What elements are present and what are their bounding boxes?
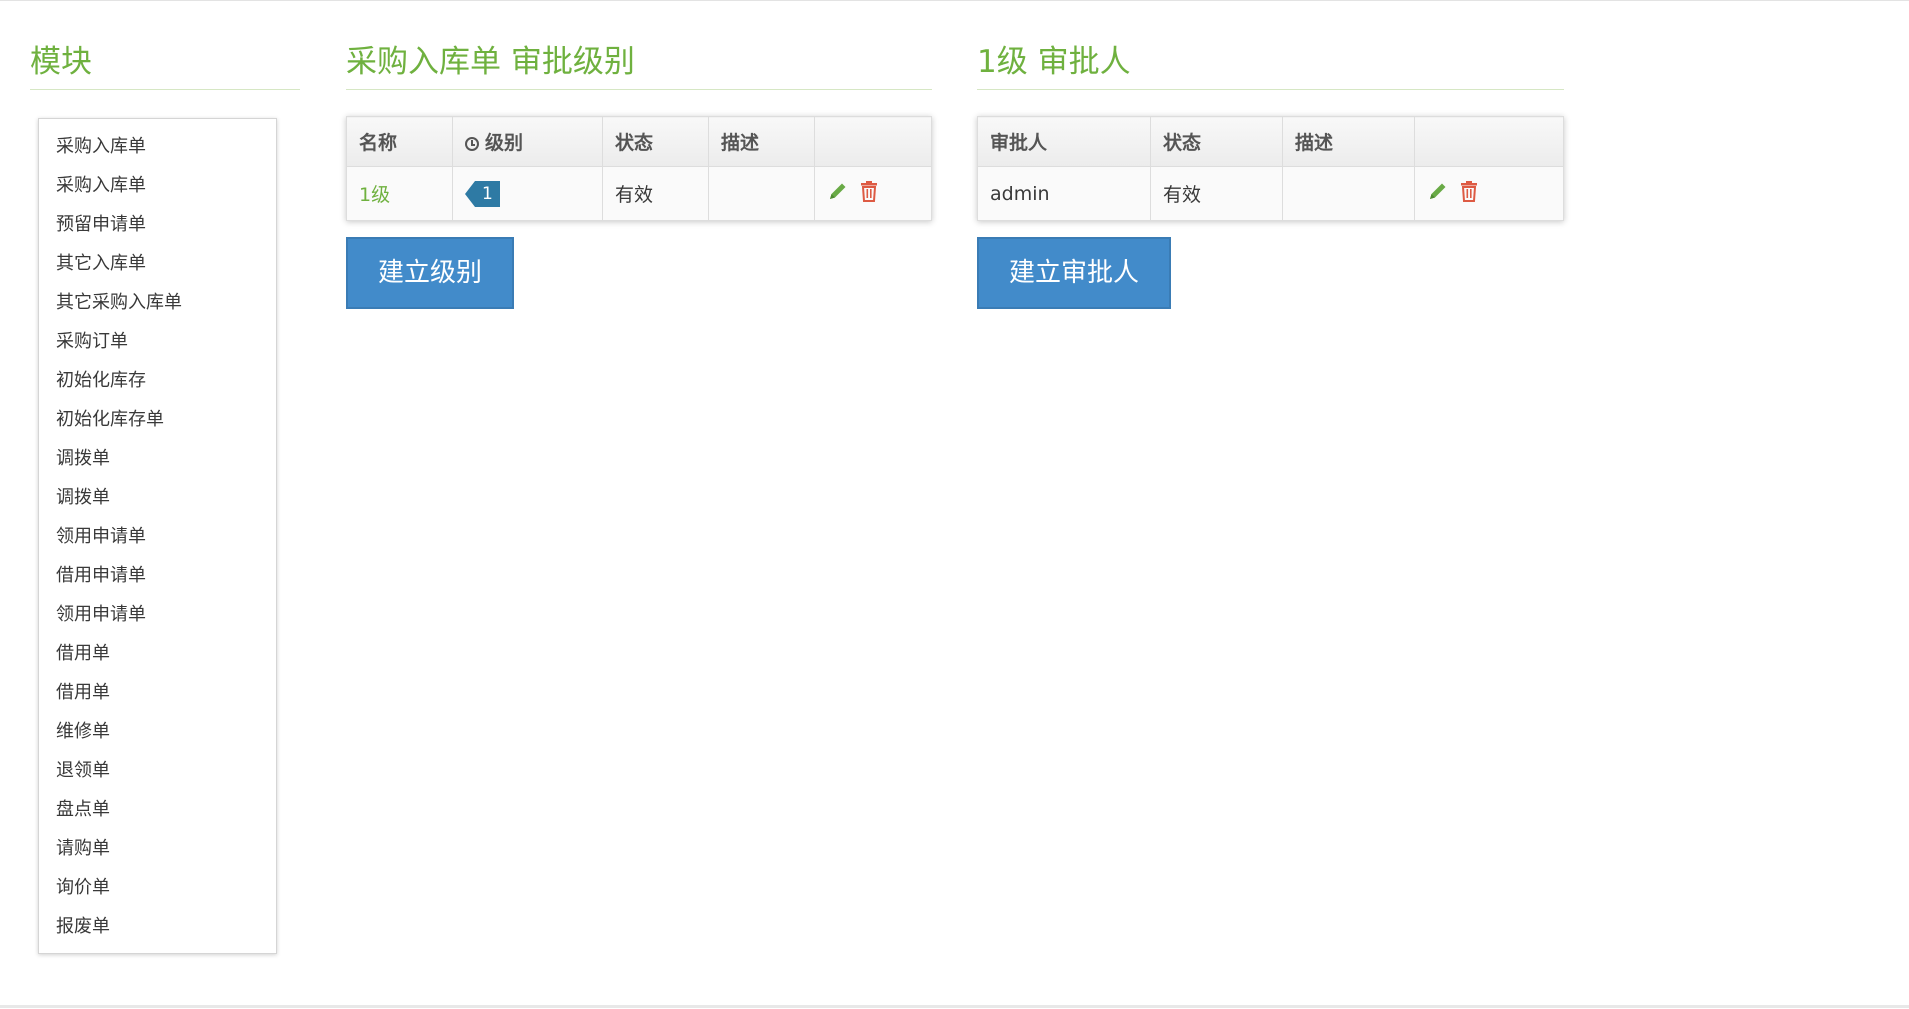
level-badge-cell: 1	[452, 166, 603, 221]
module-item[interactable]: 调拨单	[39, 439, 276, 478]
approvers-panel-title: 1级 审批人	[977, 39, 1564, 90]
trash-icon[interactable]	[1459, 180, 1479, 207]
module-panel-title: 模块	[30, 39, 300, 90]
module-item[interactable]: 询价单	[39, 868, 276, 907]
bottom-divider	[0, 1005, 1909, 1008]
column-header-actions	[814, 116, 932, 167]
description-cell	[708, 166, 815, 221]
column-header-actions	[1414, 116, 1564, 167]
levels-panel-title: 采购入库单 审批级别	[346, 39, 932, 90]
module-item[interactable]: 采购入库单	[39, 127, 276, 166]
table-row: 1级 1 有效	[346, 166, 932, 221]
column-header-description: 描述	[1282, 116, 1415, 167]
pencil-icon[interactable]	[827, 180, 849, 207]
level-name-link[interactable]: 1级	[359, 184, 390, 206]
approver-cell: admin	[977, 166, 1151, 221]
module-item[interactable]: 退领单	[39, 751, 276, 790]
module-item[interactable]: 报废单	[39, 907, 276, 946]
column-header-description: 描述	[708, 116, 815, 167]
level-badge: 1	[465, 180, 500, 207]
column-header-name: 名称	[346, 116, 453, 167]
actions-cell	[1414, 166, 1564, 221]
description-cell	[1282, 166, 1415, 221]
column-header-status: 状态	[1150, 116, 1283, 167]
module-item[interactable]: 领用申请单	[39, 517, 276, 556]
module-list: 采购入库单 采购入库单 预留申请单 其它入库单 其它采购入库单 采购订单 初始化…	[38, 118, 277, 954]
module-item[interactable]: 借用申请单	[39, 556, 276, 595]
module-item[interactable]: 借用单	[39, 634, 276, 673]
module-item[interactable]: 初始化库存单	[39, 400, 276, 439]
column-header-level: 级别	[452, 116, 603, 167]
create-level-button[interactable]: 建立级别	[346, 237, 515, 309]
module-item[interactable]: 维修单	[39, 712, 276, 751]
module-item[interactable]: 调拨单	[39, 478, 276, 517]
approvers-table-header: 审批人 状态 描述	[977, 116, 1564, 167]
module-item[interactable]: 借用单	[39, 673, 276, 712]
actions-cell	[814, 166, 932, 221]
clock-icon	[465, 137, 479, 151]
levels-table-header: 名称 级别 状态 描述	[346, 116, 932, 167]
level-name-cell: 1级	[346, 166, 453, 221]
page: 模块 采购入库单 采购入库单 预留申请单 其它入库单 其它采购入库单 采购订单 …	[0, 0, 1909, 1009]
status-cell: 有效	[1150, 166, 1283, 221]
module-item[interactable]: 领用申请单	[39, 595, 276, 634]
trash-icon[interactable]	[859, 180, 879, 207]
module-item[interactable]: 请购单	[39, 829, 276, 868]
column-header-status: 状态	[602, 116, 709, 167]
module-item[interactable]: 其它采购入库单	[39, 283, 276, 322]
module-item[interactable]: 采购订单	[39, 322, 276, 361]
module-item[interactable]: 其它入库单	[39, 244, 276, 283]
levels-table: 名称 级别 状态 描述 1级 1 有效	[346, 116, 932, 221]
module-item[interactable]: 采购入库单	[39, 166, 276, 205]
approvers-panel: 1级 审批人 审批人 状态 描述 admin 有效 建立审批人	[977, 39, 1564, 309]
levels-panel: 采购入库单 审批级别 名称 级别 状态 描述 1级 1 有效 建立级别	[346, 39, 932, 309]
pencil-icon[interactable]	[1427, 180, 1449, 207]
module-panel: 模块 采购入库单 采购入库单 预留申请单 其它入库单 其它采购入库单 采购订单 …	[30, 39, 300, 954]
table-row: admin 有效	[977, 166, 1564, 221]
module-item[interactable]: 盘点单	[39, 790, 276, 829]
module-item[interactable]: 初始化库存	[39, 361, 276, 400]
module-item[interactable]: 预留申请单	[39, 205, 276, 244]
create-approver-button[interactable]: 建立审批人	[977, 237, 1172, 309]
status-cell: 有效	[602, 166, 709, 221]
column-header-level-label: 级别	[485, 132, 524, 154]
column-header-approver: 审批人	[977, 116, 1151, 167]
approvers-table: 审批人 状态 描述 admin 有效	[977, 116, 1564, 221]
